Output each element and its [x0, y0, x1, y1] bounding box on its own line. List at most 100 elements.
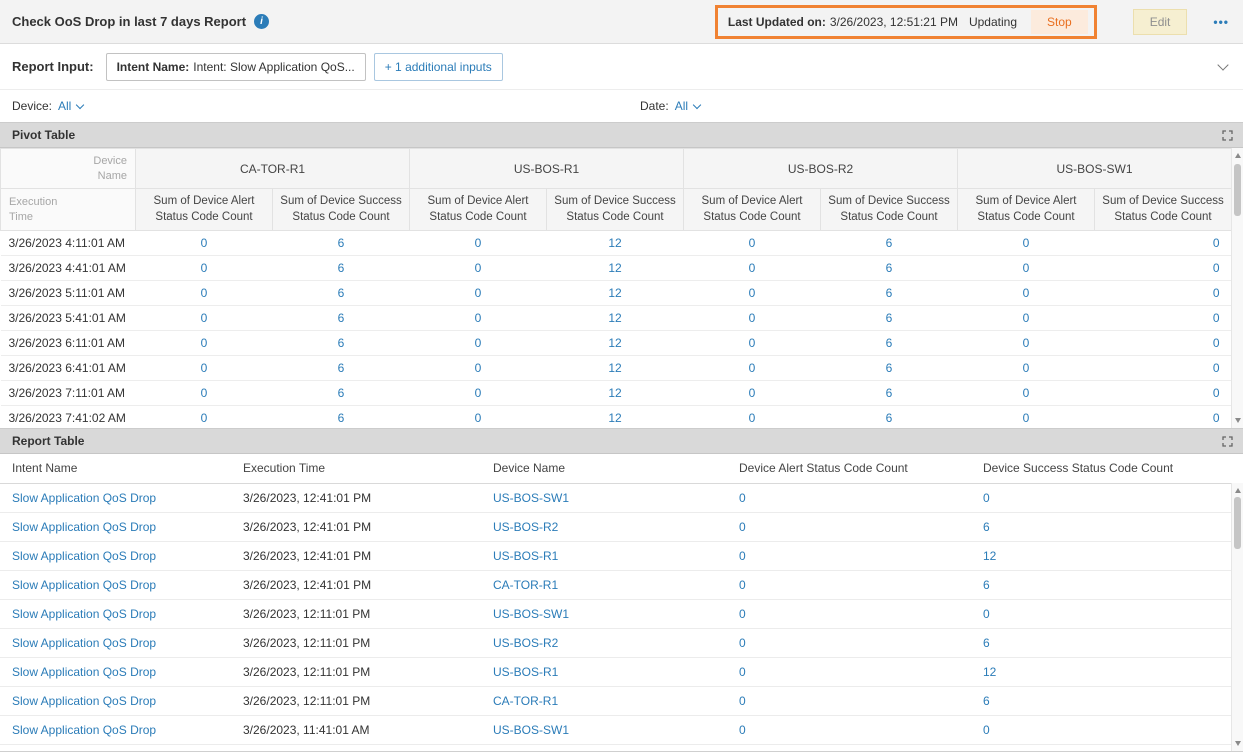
- pivot-count-link[interactable]: 6: [273, 256, 410, 281]
- pivot-count-link[interactable]: 6: [821, 331, 958, 356]
- pivot-count-link[interactable]: 6: [821, 281, 958, 306]
- report-alert-count[interactable]: 0: [731, 715, 975, 744]
- report-alert-count[interactable]: 0: [731, 570, 975, 599]
- report-alert-count[interactable]: 0: [731, 541, 975, 570]
- report-intent-link[interactable]: Slow Application QoS Drop: [0, 657, 235, 686]
- scroll-up-icon[interactable]: [1235, 488, 1241, 493]
- report-device-link[interactable]: US-BOS-SW1: [485, 715, 731, 744]
- pivot-count-link[interactable]: 0: [1095, 306, 1232, 331]
- pivot-count-link[interactable]: 0: [136, 306, 273, 331]
- pivot-count-link[interactable]: 0: [1095, 256, 1232, 281]
- pivot-count-link[interactable]: 0: [958, 281, 1095, 306]
- report-alert-count[interactable]: 0: [731, 628, 975, 657]
- report-alert-count[interactable]: 0: [731, 657, 975, 686]
- pivot-count-link[interactable]: 0: [410, 231, 547, 256]
- date-filter-value[interactable]: All: [675, 99, 700, 113]
- report-intent-link[interactable]: Slow Application QoS Drop: [0, 512, 235, 541]
- pivot-count-link[interactable]: 12: [547, 306, 684, 331]
- report-success-count[interactable]: 0: [975, 715, 1231, 744]
- expand-icon[interactable]: [1222, 436, 1233, 447]
- pivot-count-link[interactable]: 0: [410, 256, 547, 281]
- pivot-count-link[interactable]: 0: [136, 356, 273, 381]
- report-intent-link[interactable]: Slow Application QoS Drop: [0, 483, 235, 512]
- report-intent-link[interactable]: Slow Application QoS Drop: [0, 541, 235, 570]
- pivot-count-link[interactable]: 0: [1095, 406, 1232, 429]
- pivot-count-link[interactable]: 6: [821, 406, 958, 429]
- pivot-count-link[interactable]: 6: [273, 406, 410, 429]
- scroll-thumb[interactable]: [1234, 164, 1241, 216]
- pivot-count-link[interactable]: 0: [136, 331, 273, 356]
- pivot-count-link[interactable]: 0: [958, 256, 1095, 281]
- pivot-count-link[interactable]: 0: [958, 331, 1095, 356]
- pivot-count-link[interactable]: 0: [684, 381, 821, 406]
- pivot-count-link[interactable]: 6: [273, 306, 410, 331]
- additional-inputs-button[interactable]: + 1 additional inputs: [374, 53, 503, 81]
- report-success-count[interactable]: 0: [975, 599, 1231, 628]
- pivot-count-link[interactable]: 0: [136, 256, 273, 281]
- report-alert-count[interactable]: 0: [731, 599, 975, 628]
- pivot-count-link[interactable]: 12: [547, 406, 684, 429]
- device-filter-value[interactable]: All: [58, 99, 83, 113]
- pivot-count-link[interactable]: 0: [684, 281, 821, 306]
- report-device-link[interactable]: US-BOS-R1: [485, 657, 731, 686]
- pivot-count-link[interactable]: 0: [136, 406, 273, 429]
- pivot-count-link[interactable]: 12: [547, 231, 684, 256]
- pivot-count-link[interactable]: 0: [136, 381, 273, 406]
- pivot-count-link[interactable]: 0: [410, 406, 547, 429]
- pivot-count-link[interactable]: 6: [273, 331, 410, 356]
- pivot-count-link[interactable]: 0: [958, 306, 1095, 331]
- pivot-count-link[interactable]: 0: [958, 356, 1095, 381]
- pivot-count-link[interactable]: 0: [410, 356, 547, 381]
- report-alert-count[interactable]: 0: [731, 483, 975, 512]
- intent-name-input[interactable]: Intent Name: Intent: Slow Application Qo…: [106, 53, 366, 81]
- report-success-count[interactable]: 6: [975, 570, 1231, 599]
- pivot-count-link[interactable]: 6: [821, 231, 958, 256]
- scroll-down-icon[interactable]: [1235, 418, 1241, 423]
- pivot-count-link[interactable]: 6: [273, 231, 410, 256]
- pivot-count-link[interactable]: 0: [684, 256, 821, 281]
- report-intent-link[interactable]: Slow Application QoS Drop: [0, 686, 235, 715]
- pivot-count-link[interactable]: 0: [410, 306, 547, 331]
- pivot-count-link[interactable]: 6: [821, 256, 958, 281]
- pivot-count-link[interactable]: 0: [684, 231, 821, 256]
- pivot-count-link[interactable]: 0: [410, 331, 547, 356]
- pivot-count-link[interactable]: 12: [547, 256, 684, 281]
- pivot-count-link[interactable]: 0: [684, 331, 821, 356]
- pivot-count-link[interactable]: 6: [273, 356, 410, 381]
- pivot-count-link[interactable]: 0: [1095, 231, 1232, 256]
- report-device-link[interactable]: US-BOS-R2: [485, 628, 731, 657]
- report-success-count[interactable]: 6: [975, 686, 1231, 715]
- pivot-count-link[interactable]: 0: [136, 281, 273, 306]
- device-filter[interactable]: Device: All: [12, 99, 83, 113]
- report-alert-count[interactable]: 0: [731, 686, 975, 715]
- pivot-count-link[interactable]: 0: [410, 281, 547, 306]
- pivot-count-link[interactable]: 0: [958, 231, 1095, 256]
- report-success-count[interactable]: 12: [975, 541, 1231, 570]
- report-device-link[interactable]: CA-TOR-R1: [485, 686, 731, 715]
- report-alert-count[interactable]: 0: [731, 512, 975, 541]
- pivot-count-link[interactable]: 0: [1095, 381, 1232, 406]
- pivot-count-link[interactable]: 6: [273, 281, 410, 306]
- pivot-scrollbar[interactable]: [1231, 148, 1243, 428]
- scroll-up-icon[interactable]: [1235, 153, 1241, 158]
- stop-button[interactable]: Stop: [1031, 10, 1088, 34]
- report-success-count[interactable]: 6: [975, 512, 1231, 541]
- report-device-link[interactable]: US-BOS-SW1: [485, 599, 731, 628]
- scroll-down-icon[interactable]: [1235, 741, 1241, 746]
- pivot-count-link[interactable]: 0: [958, 406, 1095, 429]
- pivot-count-link[interactable]: 0: [1095, 331, 1232, 356]
- pivot-count-link[interactable]: 6: [821, 306, 958, 331]
- report-intent-link[interactable]: Slow Application QoS Drop: [0, 599, 235, 628]
- pivot-count-link[interactable]: 0: [684, 406, 821, 429]
- report-device-link[interactable]: US-BOS-SW1: [485, 483, 731, 512]
- pivot-count-link[interactable]: 0: [410, 381, 547, 406]
- pivot-count-link[interactable]: 12: [547, 331, 684, 356]
- report-intent-link[interactable]: Slow Application QoS Drop: [0, 715, 235, 744]
- pivot-count-link[interactable]: 6: [821, 356, 958, 381]
- scroll-thumb[interactable]: [1234, 497, 1241, 549]
- pivot-count-link[interactable]: 12: [547, 281, 684, 306]
- more-menu-icon[interactable]: •••: [1213, 15, 1229, 29]
- report-success-count[interactable]: 0: [975, 483, 1231, 512]
- report-success-count[interactable]: 12: [975, 657, 1231, 686]
- pivot-count-link[interactable]: 0: [1095, 281, 1232, 306]
